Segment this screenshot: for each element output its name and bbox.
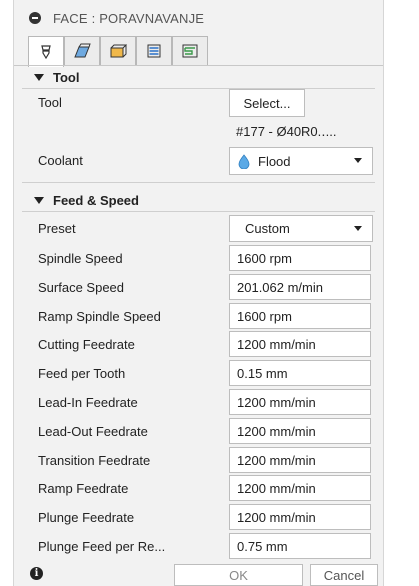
feed-section-header[interactable]: Feed & Speed [34, 191, 139, 209]
feed-row-label: Surface Speed [38, 280, 125, 295]
feed-row-label: Plunge Feed per Re... [38, 539, 166, 554]
feed-row-label: Ramp Spindle Speed [38, 309, 161, 324]
tool-icon [41, 45, 51, 60]
select-tool-button[interactable]: Select... [229, 89, 305, 117]
feed-row-input[interactable]: 1600 rpm [229, 303, 371, 329]
ok-button[interactable]: OK [174, 564, 303, 586]
tab-heights[interactable] [100, 36, 136, 65]
feed-row-input[interactable]: 1600 rpm [229, 245, 371, 271]
feed-row-label: Cutting Feedrate [38, 337, 135, 352]
tab-linking[interactable] [172, 36, 208, 65]
feed-row-input[interactable]: 1200 mm/min [229, 475, 371, 501]
tool-label: Tool [38, 95, 62, 110]
feed-row-input[interactable]: 1200 mm/min [229, 504, 371, 530]
heights-icon [110, 44, 127, 58]
passes-icon [147, 44, 161, 58]
feed-row-label: Feed per Tooth [38, 366, 126, 381]
preset-label: Preset [38, 221, 76, 236]
feed-section-title: Feed & Speed [53, 192, 139, 208]
feed-row-input[interactable]: 201.062 m/min [229, 274, 371, 300]
dialog-footer: i OK Cancel [14, 560, 383, 586]
dialog-title: FACE : PORAVNAVANJE [53, 10, 205, 26]
section-divider [22, 88, 375, 89]
info-icon[interactable]: i [30, 567, 43, 580]
tool-section-title: Tool [53, 69, 80, 85]
dialog-tabs [28, 36, 208, 67]
feed-row-label: Transition Feedrate [38, 453, 151, 468]
tab-divider [14, 65, 383, 66]
feed-row-label: Spindle Speed [38, 251, 123, 266]
coolant-dropdown[interactable]: Flood [229, 147, 373, 175]
chevron-down-icon [354, 158, 362, 163]
chevron-down-icon [354, 226, 362, 231]
tab-passes[interactable] [136, 36, 172, 65]
feed-row-input[interactable]: 1200 mm/min [229, 331, 371, 357]
tab-tool[interactable] [28, 36, 64, 67]
tool-section-header[interactable]: Tool [34, 68, 79, 86]
water-drop-icon [238, 153, 250, 169]
coolant-value: Flood [258, 153, 291, 169]
geometry-icon [74, 43, 91, 58]
collapse-triangle-icon [34, 196, 44, 204]
feed-row-label: Lead-In Feedrate [38, 395, 138, 410]
feed-row-input[interactable]: 1200 mm/min [229, 389, 371, 415]
collapse-triangle-icon [34, 73, 44, 81]
feed-row-input[interactable]: 1200 mm/min [229, 418, 371, 444]
linking-icon [182, 44, 198, 58]
section-divider [22, 211, 375, 212]
feed-row-label: Lead-Out Feedrate [38, 424, 148, 439]
feed-row-label: Plunge Feedrate [38, 510, 135, 525]
dialog-titlebar: FACE : PORAVNAVANJE [14, 0, 383, 36]
feed-row-label: Ramp Feedrate [38, 481, 129, 496]
feed-row-input[interactable]: 0.15 mm [229, 360, 371, 386]
preset-dropdown[interactable]: Custom [229, 215, 373, 242]
tab-geometry[interactable] [64, 36, 100, 65]
preset-value: Custom [245, 221, 290, 236]
section-divider [22, 182, 375, 183]
coolant-label: Coolant [38, 153, 83, 168]
collapse-dialog-icon[interactable] [29, 12, 41, 24]
tool-name: #177 - Ø40R0.․... [236, 124, 337, 139]
feed-row-input[interactable]: 1200 mm/min [229, 447, 371, 473]
feed-row-input[interactable]: 0.75 mm [229, 533, 371, 559]
operation-dialog: FACE : PORAVNAVANJE Tool Tool Select... … [13, 0, 384, 586]
cancel-button[interactable]: Cancel [310, 564, 378, 586]
